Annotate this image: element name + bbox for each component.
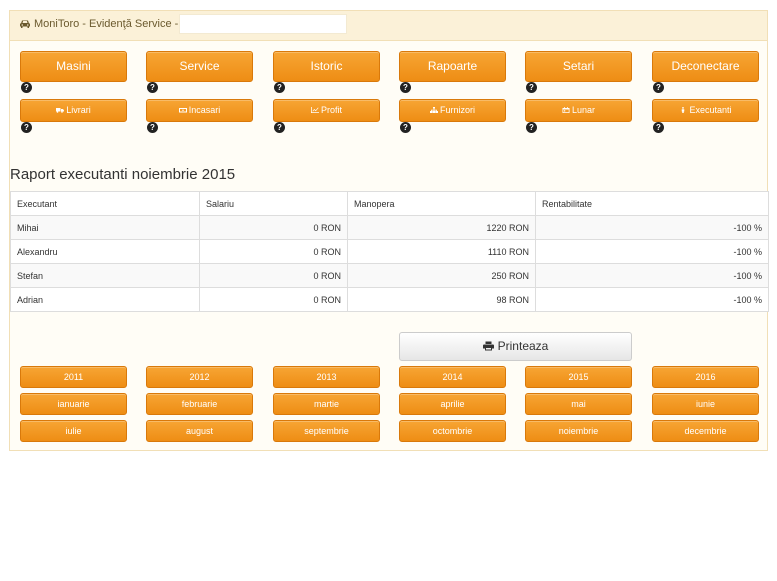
cell-executant: Adrian: [10, 287, 200, 312]
cell-manopera: 250 RON: [347, 263, 536, 288]
cell-rentabilitate: -100 %: [535, 263, 769, 288]
report-button-label: Incasari: [188, 105, 221, 115]
report-button-livrari[interactable]: Livrari: [20, 99, 127, 122]
table-header-row: Executant Salariu Manopera Rentabilitate: [10, 191, 769, 216]
panel-heading: MoniToro - Evidenţă Service -: [10, 11, 767, 41]
month-button-mai[interactable]: mai: [525, 393, 632, 415]
report-button-label: Livrari: [66, 105, 91, 115]
month-button-ianuarie[interactable]: ianuarie: [20, 393, 127, 415]
cell-executant: Alexandru: [10, 239, 200, 264]
column-header-manopera: Manopera: [347, 191, 536, 216]
month-button-noiembrie[interactable]: noiembrie: [525, 420, 632, 442]
cell-rentabilitate: -100 %: [535, 215, 769, 240]
year-button-2011[interactable]: 2011: [20, 366, 127, 388]
cell-rentabilitate: -100 %: [535, 239, 769, 264]
year-button-2012[interactable]: 2012: [146, 366, 253, 388]
month-button-decembrie[interactable]: decembrie: [652, 420, 759, 442]
help-icon[interactable]: ?: [21, 122, 32, 133]
truck-icon: [56, 108, 65, 113]
column-header-executant: Executant: [10, 191, 200, 216]
title-field[interactable]: [179, 14, 347, 34]
app-title: MoniToro - Evidenţă Service -: [34, 18, 179, 30]
table-row: Stefan 0 RON 250 RON -100 %: [10, 263, 769, 288]
cell-salariu: 0 RON: [199, 215, 348, 240]
report-button-incasari[interactable]: Incasari: [146, 99, 253, 122]
month-button-iulie[interactable]: iulie: [20, 420, 127, 442]
cell-salariu: 0 RON: [199, 239, 348, 264]
year-button-2016[interactable]: 2016: [652, 366, 759, 388]
year-button-2014[interactable]: 2014: [399, 366, 506, 388]
help-icon[interactable]: ?: [526, 82, 537, 93]
help-icon[interactable]: ?: [653, 82, 664, 93]
cell-salariu: 0 RON: [199, 263, 348, 288]
table-row: Alexandru 0 RON 1110 RON -100 %: [10, 239, 769, 264]
help-icon[interactable]: ?: [400, 82, 411, 93]
cell-executant: Stefan: [10, 263, 200, 288]
column-header-rentabilitate: Rentabilitate: [535, 191, 769, 216]
calendar-icon: [562, 107, 570, 113]
month-button-iunie[interactable]: iunie: [652, 393, 759, 415]
print-button[interactable]: Printeaza: [399, 332, 632, 361]
help-icon[interactable]: ?: [400, 122, 411, 133]
help-icon[interactable]: ?: [653, 122, 664, 133]
help-icon[interactable]: ?: [147, 122, 158, 133]
print-icon: [482, 341, 494, 351]
table-row: Adrian 0 RON 98 RON -100 %: [10, 287, 769, 312]
month-button-septembrie[interactable]: septembrie: [273, 420, 380, 442]
cell-rentabilitate: -100 %: [535, 287, 769, 312]
person-icon: [682, 107, 685, 113]
help-icon[interactable]: ?: [274, 82, 285, 93]
cell-executant: Mihai: [10, 215, 200, 240]
cell-salariu: 0 RON: [199, 287, 348, 312]
car-icon: [20, 20, 30, 28]
report-button-label: Lunar: [571, 105, 596, 115]
report-button-lunar[interactable]: Lunar: [525, 99, 632, 122]
column-header-salariu: Salariu: [199, 191, 348, 216]
nav-button-istoric[interactable]: Istoric: [273, 51, 380, 82]
cell-manopera: 1220 RON: [347, 215, 536, 240]
report-button-label: Profit: [320, 105, 342, 115]
nav-button-rapoarte[interactable]: Rapoarte: [399, 51, 506, 82]
month-button-aprilie[interactable]: aprilie: [399, 393, 506, 415]
nav-button-masini[interactable]: Masini: [20, 51, 127, 82]
help-icon[interactable]: ?: [147, 82, 158, 93]
month-button-februarie[interactable]: februarie: [146, 393, 253, 415]
report-button-executanti[interactable]: Executanti: [652, 99, 759, 122]
sitemap-icon: [429, 107, 438, 113]
nav-button-setari[interactable]: Setari: [525, 51, 632, 82]
year-button-2015[interactable]: 2015: [525, 366, 632, 388]
report-button-furnizori[interactable]: Furnizori: [399, 99, 506, 122]
month-button-martie[interactable]: martie: [273, 393, 380, 415]
report-button-profit[interactable]: Profit: [273, 99, 380, 122]
report-button-label: Furnizori: [439, 105, 475, 115]
nav-button-deconectare[interactable]: Deconectare: [652, 51, 759, 82]
app-brand: MoniToro - Evidenţă Service -: [19, 18, 178, 30]
help-icon[interactable]: ?: [274, 122, 285, 133]
cell-manopera: 98 RON: [347, 287, 536, 312]
help-icon[interactable]: ?: [526, 122, 537, 133]
chart-line-icon: [310, 107, 319, 113]
report-table: Executant Salariu Manopera Rentabilitate…: [10, 191, 769, 312]
nav-button-service[interactable]: Service: [146, 51, 253, 82]
month-button-octombrie[interactable]: octombrie: [399, 420, 506, 442]
print-button-label: Printeaza: [497, 339, 549, 353]
cell-manopera: 1110 RON: [347, 239, 536, 264]
help-icon[interactable]: ?: [21, 82, 32, 93]
year-button-2013[interactable]: 2013: [273, 366, 380, 388]
report-button-label: Executanti: [689, 105, 732, 115]
month-button-august[interactable]: august: [146, 420, 253, 442]
money-icon: [178, 108, 187, 113]
table-row: Mihai 0 RON 1220 RON -100 %: [10, 215, 769, 240]
report-title: Raport executanti noiembrie 2015: [10, 166, 236, 183]
